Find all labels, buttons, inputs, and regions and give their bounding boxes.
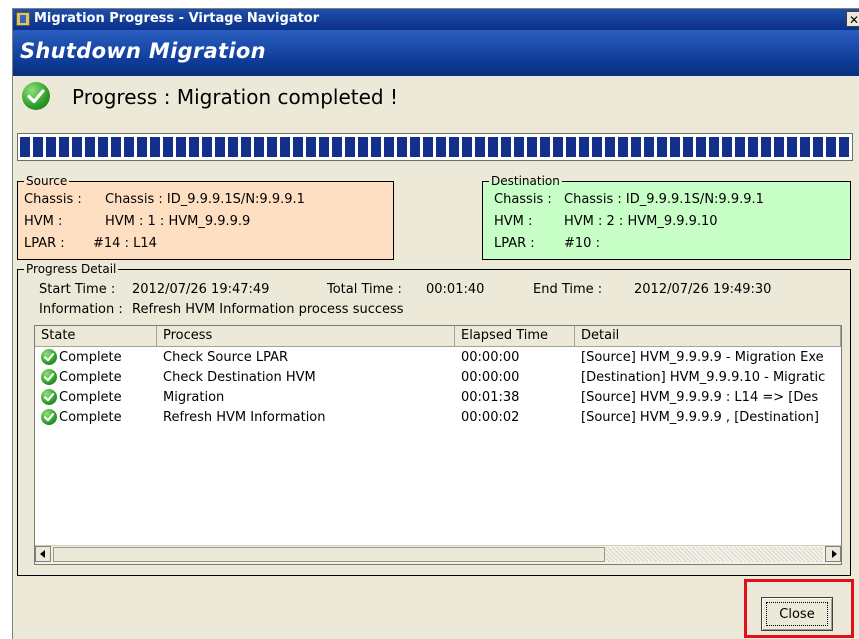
check-circle-icon (22, 82, 50, 110)
table-row[interactable]: Complete Migration 00:01:38 [Source] HVM… (35, 388, 841, 408)
row-state: Complete (59, 390, 122, 405)
scrollbar-thumb[interactable] (53, 547, 605, 562)
end-time-value: 2012/07/26 19:49:30 (634, 282, 772, 297)
row-elapsed: 00:00:00 (461, 350, 520, 365)
end-time-label: End Time : (533, 282, 603, 297)
progress-message: Progress : Migration completed ! (72, 85, 398, 109)
source-chassis-label: Chassis : (24, 192, 82, 207)
row-state: Complete (59, 350, 122, 365)
destination-legend: Destination (491, 174, 560, 188)
progress-detail-legend: Progress Detail (26, 262, 117, 276)
column-header-state[interactable]: State (35, 326, 157, 346)
row-detail: [Source] HVM_9.9.9.9 - Migration Exe (581, 350, 824, 365)
destination-chassis-value: Chassis : ID_9.9.9.1S/N:9.9.9.1 (564, 192, 764, 207)
information-value: Refresh HVM Information process success (132, 302, 404, 317)
total-time-value: 00:01:40 (426, 282, 485, 297)
check-circle-icon (41, 409, 57, 425)
start-time-label: Start Time : (39, 282, 116, 297)
row-elapsed: 00:01:38 (461, 390, 520, 405)
scrollbar-track[interactable] (605, 547, 823, 562)
destination-chassis-label: Chassis : (494, 192, 552, 207)
row-elapsed: 00:00:02 (461, 410, 520, 425)
arrow-left-icon (40, 550, 45, 558)
row-process: Check Destination HVM (163, 370, 316, 385)
column-header-process[interactable]: Process (157, 326, 455, 346)
destination-lpar-label: LPAR : (494, 236, 535, 251)
scroll-left-button[interactable] (35, 546, 51, 562)
window-close-icon[interactable]: ✕ (846, 11, 859, 27)
arrow-right-icon (832, 550, 837, 558)
app-icon (16, 12, 30, 26)
close-button-highlight (744, 579, 854, 638)
source-lpar-value: #14 : L14 (93, 236, 157, 251)
banner: Shutdown Migration (13, 30, 859, 76)
table-row[interactable]: Complete Refresh HVM Information 00:00:0… (35, 408, 841, 428)
row-detail: [Destination] HVM_9.9.9.10 - Migratic (581, 370, 826, 385)
table-header: State Process Elapsed Time Detail (35, 326, 841, 347)
progress-detail-table[interactable]: State Process Elapsed Time Detail Comple… (34, 325, 842, 565)
column-header-elapsed-time[interactable]: Elapsed Time (455, 326, 575, 346)
row-process: Check Source LPAR (163, 350, 289, 365)
check-circle-icon (41, 389, 57, 405)
destination-lpar-value: #10 : (564, 236, 600, 251)
horizontal-scrollbar[interactable] (35, 545, 841, 564)
row-process: Migration (163, 390, 225, 405)
scroll-right-button[interactable] (825, 546, 841, 562)
column-header-detail[interactable]: Detail (575, 326, 841, 346)
information-label: Information : (39, 302, 123, 317)
source-hvm-value: HVM : 1 : HVM_9.9.9.9 (105, 214, 251, 229)
start-time-value: 2012/07/26 19:47:49 (132, 282, 270, 297)
title-bar[interactable]: Migration Progress - Virtage Navigator ✕ (13, 9, 859, 30)
source-hvm-label: HVM : (24, 214, 63, 229)
destination-hvm-label: HVM : (494, 214, 533, 229)
row-detail: [Source] HVM_9.9.9.9 : L14 => [Des (581, 390, 819, 405)
progress-bar-fill (20, 137, 850, 157)
row-detail: [Source] HVM_9.9.9.9 , [Destination] (581, 410, 819, 425)
table-row[interactable]: Complete Check Destination HVM 00:00:00 … (35, 368, 841, 388)
source-legend: Source (26, 174, 68, 188)
destination-hvm-value: HVM : 2 : HVM_9.9.9.10 (564, 214, 718, 229)
row-elapsed: 00:00:00 (461, 370, 520, 385)
banner-title: Shutdown Migration (20, 39, 266, 63)
total-time-label: Total Time : (327, 282, 402, 297)
progress-status-text: Migration completed ! (176, 85, 398, 109)
check-circle-icon (41, 369, 57, 385)
window-title: Migration Progress - Virtage Navigator (34, 11, 320, 26)
progress-bar (17, 133, 853, 161)
check-circle-icon (41, 349, 57, 365)
row-process: Refresh HVM Information (163, 410, 326, 425)
source-lpar-label: LPAR : (24, 236, 65, 251)
row-state: Complete (59, 410, 122, 425)
source-chassis-value: Chassis : ID_9.9.9.1S/N:9.9.9.1 (105, 192, 305, 207)
row-state: Complete (59, 370, 122, 385)
table-row[interactable]: Complete Check Source LPAR 00:00:00 [Sou… (35, 348, 841, 368)
